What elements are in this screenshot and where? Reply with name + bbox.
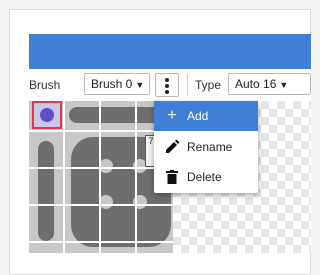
grid-line [29,130,173,132]
menu-item-label: Add [187,109,209,123]
header-bar [29,34,311,69]
type-select-value: Auto 16 [235,77,277,91]
tile-shape [38,141,54,241]
grid-line [29,204,173,206]
grid-line [135,101,137,253]
menu-item-delete[interactable]: Delete [154,162,258,192]
brush-toolbar: Brush Brush 0 ▼ Type Auto 16 ▼ [29,69,311,101]
toolbar-divider [187,74,188,96]
selected-tile[interactable] [32,101,62,129]
kebab-dot-icon [165,78,169,82]
tile-dot [40,108,54,122]
kebab-dot-icon [165,84,169,88]
menu-item-label: Rename [187,140,233,154]
menu-item-label: Delete [187,170,222,184]
brush-select-value: Brush 0 [91,77,133,91]
dropdown-arrow-icon: ▼ [135,80,145,90]
menu-item-add[interactable]: + Add [154,101,258,131]
dropdown-arrow-icon: ▼ [279,80,289,90]
brush-select[interactable]: Brush 0 ▼ [84,73,150,95]
type-select[interactable]: Auto 16 ▼ [228,73,311,95]
tileset-tiles: 7 [29,101,173,253]
brush-label: Brush [29,78,61,92]
grid-line [63,101,65,253]
brush-options-menu: + Add Rename Delete [154,101,258,193]
tile-hole [99,195,113,209]
plus-icon: + [167,107,177,124]
brush-options-button[interactable] [155,73,179,97]
grid-line [29,241,173,243]
pencil-icon [162,132,182,162]
menu-item-rename[interactable]: Rename [154,132,258,162]
grid-line [29,167,173,169]
trash-icon [162,162,182,192]
grid-line [99,101,101,253]
type-label: Type [195,78,222,92]
kebab-dot-icon [165,90,169,94]
tile-hole [99,159,113,173]
